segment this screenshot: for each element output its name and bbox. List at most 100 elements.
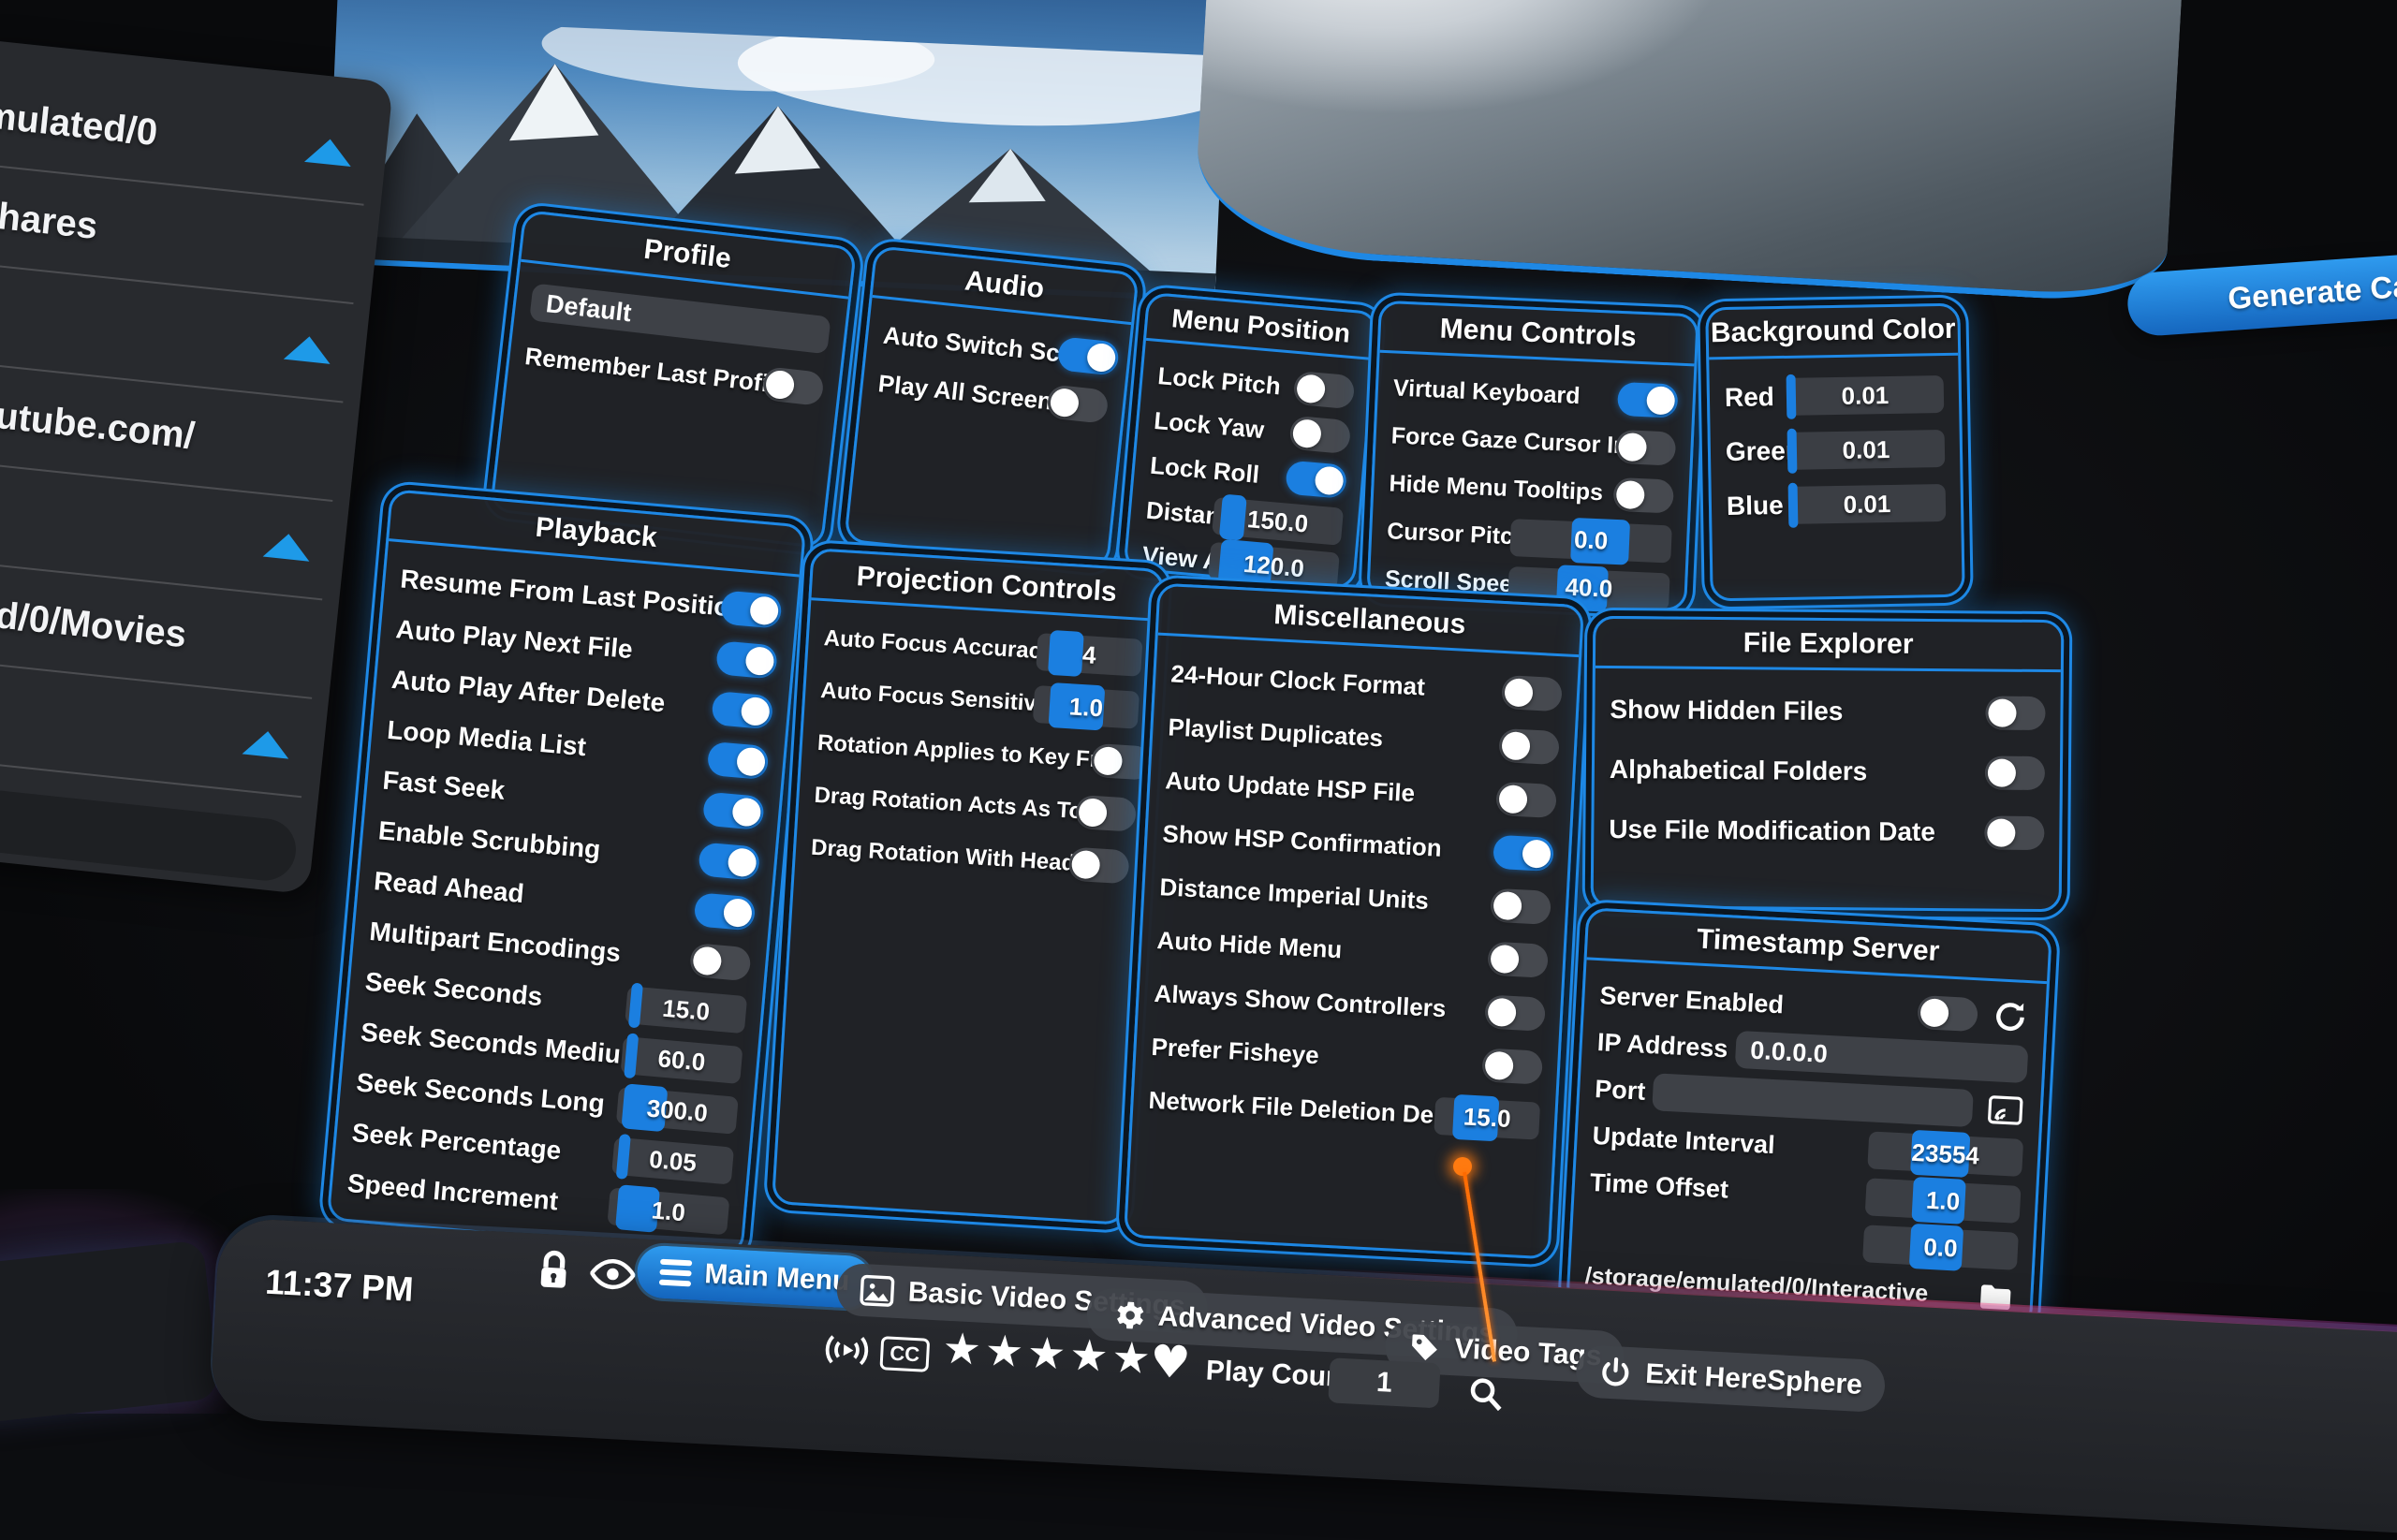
triangle-up-icon[interactable] (243, 728, 292, 758)
setting-label: Update Interval (1592, 1121, 1775, 1159)
refresh-icon[interactable] (1990, 996, 2031, 1037)
toggle-alphabetical-folders[interactable] (1985, 755, 2045, 790)
slider-network-file-deletion-delay[interactable]: 15.0 (1434, 1096, 1540, 1139)
toggle-auto-hide-menu[interactable] (1487, 941, 1549, 977)
slider-view-arc[interactable]: 120.0 (1208, 542, 1340, 591)
toggle-multipart-encodings[interactable] (689, 943, 752, 981)
slider-value: 4 (1036, 633, 1142, 677)
star-icon[interactable]: ★ (941, 1323, 986, 1375)
setting-label: Show HSP Confirmation (1162, 819, 1443, 863)
panel-title: Background Color (1708, 306, 1958, 360)
toggle-show-hidden-files[interactable] (1985, 696, 2045, 730)
triangle-up-icon[interactable] (304, 136, 354, 166)
slider-speed-increment[interactable]: 1.0 (607, 1187, 729, 1235)
toggle-hide-menu-tooltips[interactable] (1613, 477, 1675, 513)
slider-seek-seconds-medium[interactable]: 60.0 (620, 1036, 743, 1084)
toggle-24-hour-clock-format[interactable] (1501, 674, 1563, 711)
toggle-playlist-duplicates[interactable] (1498, 727, 1560, 764)
eye-icon[interactable] (590, 1257, 637, 1291)
setting-label: Playlist Duplicates (1168, 712, 1384, 753)
toggle-lock-yaw[interactable] (1288, 416, 1351, 454)
lock-icon[interactable] (533, 1249, 574, 1294)
setting-row: Green0.01 (1725, 421, 1945, 479)
slider-value[interactable]: 0.0 (1862, 1225, 2019, 1270)
toggle-resume-from-last-position[interactable] (720, 590, 783, 628)
search-icon[interactable] (1464, 1372, 1506, 1414)
closed-captions-icon[interactable]: CC (879, 1336, 930, 1372)
toggle-show-hsp-confirmation[interactable] (1493, 834, 1554, 871)
slider-cursor-pitch[interactable]: 0.0 (1509, 519, 1672, 563)
play-count-value[interactable]: 1 (1328, 1357, 1440, 1408)
slider-value: 0.05 (611, 1137, 734, 1185)
setting-label: Scroll Speed (1384, 565, 1527, 599)
star-icon[interactable]: ★ (1068, 1329, 1113, 1382)
slider-value: 23554 (1867, 1131, 2023, 1177)
star-icon[interactable]: ★ (1026, 1327, 1071, 1379)
star-icon[interactable]: ★ (984, 1325, 1029, 1377)
toggle-auto-switch-screen[interactable] (1057, 336, 1120, 375)
setting-label: Time Offset (1589, 1167, 1728, 1204)
toggle-enable-scrubbing[interactable] (698, 842, 760, 880)
star-rating[interactable]: ★★★★★ (941, 1323, 1155, 1385)
slider-update-interval[interactable]: 23554 (1867, 1131, 2023, 1177)
setting-row: Blue0.01 (1726, 476, 1946, 534)
setting-row: Alphabetical Folders (1610, 740, 2046, 803)
setting-label: Always Show Controllers (1154, 979, 1447, 1023)
toggle-remember-last-profile[interactable] (761, 366, 825, 406)
toggle-lock-roll[interactable] (1285, 461, 1347, 499)
toggle-fast-seek[interactable] (702, 792, 765, 830)
cc-label: CC (890, 1342, 920, 1367)
slider-seek-seconds[interactable]: 15.0 (625, 986, 747, 1034)
slider-value: 0.01 (1787, 375, 1945, 416)
sidebar-item-label: lated/0/Movies (0, 587, 188, 655)
favorite-heart-icon[interactable]: ♥ (1149, 1335, 1192, 1389)
toggle-auto-play-next-file[interactable] (715, 640, 778, 679)
slider-auto-focus-sensitivity[interactable]: 1.0 (1033, 685, 1140, 729)
toggle-rotation-applies-to-key-frame[interactable] (1090, 743, 1152, 781)
exit-heresphere-label: Exit HereSphere (1644, 1358, 1862, 1401)
main-menu-label: Main Menu (704, 1258, 851, 1298)
panel-menu-position: Menu Position Lock PitchLock YawLock Rol… (1123, 292, 1378, 590)
setting-label: Auto Hide Menu (1156, 926, 1343, 964)
toggle-read-ahead[interactable] (694, 892, 757, 931)
field-value: 0.0.0.0 (1750, 1035, 1829, 1068)
triangle-up-icon[interactable] (263, 531, 313, 561)
toggle-use-file-modification-date[interactable] (1984, 815, 2044, 850)
slider-seek-percentage[interactable]: 0.05 (611, 1137, 734, 1185)
setting-label: Prefer Fisheye (1151, 1033, 1320, 1070)
slider-time-offset[interactable]: 1.0 (1865, 1178, 2022, 1224)
toggle-auto-update-hsp-file[interactable] (1495, 781, 1557, 817)
setting-label: Lock Roll (1149, 450, 1260, 489)
menu-icon (659, 1259, 692, 1287)
toggle-play-all-screens[interactable] (1046, 384, 1109, 423)
toggle-always-show-controllers[interactable] (1484, 994, 1546, 1031)
file-source-rows: mulated/0Sharesyoutube.com/lated/0/Movie… (0, 66, 374, 798)
triangle-up-icon[interactable] (284, 333, 333, 363)
toggle-auto-play-after-delete[interactable] (711, 691, 773, 729)
cast-icon[interactable] (1985, 1090, 2026, 1131)
field-value: Default (545, 289, 633, 328)
toggle-drag-rotation-with-head[interactable] (1068, 847, 1130, 885)
toggle-prefer-fisheye[interactable] (1481, 1048, 1543, 1084)
slider-red[interactable]: 0.01 (1787, 375, 1945, 416)
setting-label: Auto Focus Accuracy (823, 625, 1054, 666)
setting-row: Show Hidden Files (1610, 680, 2046, 743)
toggle-lock-pitch[interactable] (1293, 371, 1356, 409)
toggle-distance-imperial-units[interactable] (1490, 887, 1551, 924)
toggle-loop-media-list[interactable] (707, 741, 770, 780)
slider-seek-seconds-long[interactable]: 300.0 (616, 1087, 739, 1135)
slider-auto-focus-accuracy[interactable]: 4 (1036, 633, 1142, 677)
broadcast-icon[interactable] (822, 1331, 873, 1370)
setting-row: Red 0.01 (1724, 367, 1944, 425)
setting-label: Red (1725, 382, 1774, 413)
panel-title: File Explorer (1596, 619, 2061, 672)
exit-heresphere-button[interactable]: Exit HereSphere (1575, 1344, 1886, 1413)
slider-blue[interactable]: 0.01 (1788, 484, 1947, 524)
toggle-server-enabled[interactable] (1917, 995, 1978, 1032)
toggle-drag-rotation-acts-as-toggle[interactable] (1075, 795, 1137, 832)
slider-value: 15.0 (1434, 1096, 1540, 1139)
slider-distance[interactable]: 150.0 (1212, 497, 1344, 546)
toggle-force-gaze-cursor-input[interactable] (1615, 429, 1677, 465)
toggle-virtual-keyboard[interactable] (1617, 381, 1679, 418)
slider-green[interactable]: 0.01 (1787, 430, 1946, 470)
